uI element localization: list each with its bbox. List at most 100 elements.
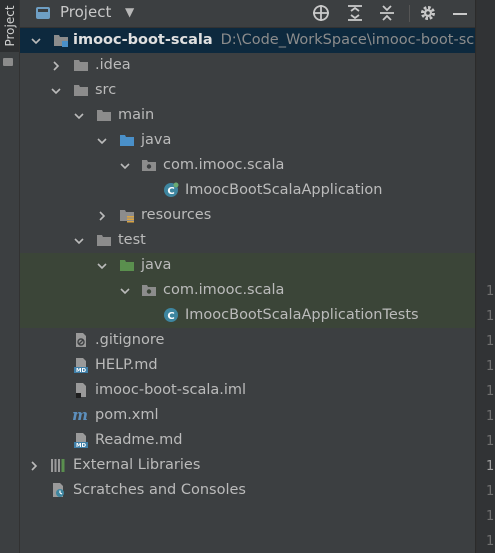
chevron-down-icon[interactable] (119, 153, 131, 178)
project-panel-header: Project ▼ (20, 0, 475, 28)
chevron-down-icon[interactable] (96, 253, 108, 278)
tree-node-idea[interactable]: .idea (20, 53, 475, 78)
package-icon (141, 282, 157, 298)
package-icon (141, 157, 157, 173)
line-number: 1 (486, 334, 495, 349)
tree-node-label: imooc-boot-scala.iml (95, 382, 247, 398)
tree-node-main-package[interactable]: com.imooc.scala (20, 153, 475, 178)
line-number: 1 (486, 459, 495, 474)
line-number: 1 (486, 359, 495, 374)
svg-text:m: m (72, 407, 88, 423)
chevron-down-icon[interactable] (50, 78, 62, 103)
editor-gutter-edge: 1 1 1 1 1 1 1 1 1 1 1 (476, 0, 495, 553)
tree-node-resources[interactable]: resources (20, 203, 475, 228)
svg-text:MD: MD (76, 443, 86, 448)
tree-node-label: java (141, 257, 172, 273)
line-number: 1 (486, 434, 495, 449)
tree-node-label: src (95, 82, 117, 98)
line-number: 1 (486, 309, 495, 324)
chevron-right-icon[interactable] (28, 453, 40, 478)
chevron-down-icon[interactable] (73, 103, 85, 128)
side-tool-strip: Project (0, 0, 20, 553)
crosshair-icon[interactable] (311, 3, 331, 23)
chevron-down-icon[interactable] (96, 128, 108, 153)
tree-node-gitignore[interactable]: .gitignore (20, 328, 475, 353)
source-folder-icon (119, 132, 135, 148)
scratches-icon (50, 482, 66, 498)
tree-node-label: ImoocBootScalaApplicationTests (185, 307, 419, 323)
chevron-right-icon[interactable] (50, 53, 62, 78)
folder-icon (73, 82, 89, 98)
line-number: 1 (486, 384, 495, 399)
svg-text:C: C (167, 186, 174, 197)
tree-node-label: resources (141, 207, 212, 223)
line-number: 1 (486, 409, 495, 424)
expand-all-icon[interactable] (345, 3, 365, 23)
tree-node-label: main (118, 107, 155, 123)
tree-node-readme[interactable]: MD Readme.md (20, 428, 475, 453)
tree-node-test-java[interactable]: java (20, 253, 475, 278)
folder-icon (96, 232, 112, 248)
tree-node-root[interactable]: imooc-boot-scala D:\Code_WorkSpace\imooc-… (20, 28, 475, 53)
project-panel: Project ▼ imooc-boot-scala D:\Code_WorkS… (20, 0, 475, 553)
tree-node-label: ImoocBootScalaApplication (185, 182, 383, 198)
root-project-name: imooc-boot-scala (73, 32, 213, 48)
root-project-path: D:\Code_WorkSpace\imooc-boot-sc (220, 32, 475, 48)
svg-text:MD: MD (76, 368, 86, 373)
tree-node-label: com.imooc.scala (163, 157, 285, 173)
tree-node-label: .gitignore (95, 332, 165, 348)
tree-node-main-class[interactable]: C ImoocBootScalaApplication (20, 178, 475, 203)
line-number: 1 (486, 509, 495, 524)
module-file-icon (73, 382, 89, 398)
test-folder-icon (119, 257, 135, 273)
tree-node-src[interactable]: src (20, 78, 475, 103)
line-number: 1 (486, 484, 495, 499)
tree-node-main[interactable]: main (20, 103, 475, 128)
chevron-right-icon[interactable] (96, 203, 108, 228)
chevron-down-icon[interactable] (73, 228, 85, 253)
tree-node-label: HELP.md (95, 357, 158, 373)
tree-node-main-java[interactable]: java (20, 128, 475, 153)
gear-icon[interactable] (418, 3, 438, 23)
resources-folder-icon (119, 207, 135, 223)
markdown-file-icon: MD (73, 432, 89, 449)
tree-node-test-package[interactable]: com.imooc.scala (20, 278, 475, 303)
project-tool-window-tab[interactable]: Project (0, 0, 19, 52)
line-number: 1 (486, 534, 495, 549)
project-tab-label: Project (3, 5, 17, 47)
chevron-down-icon[interactable]: ▼ (125, 5, 134, 19)
maven-icon: m (71, 406, 88, 424)
folder-icon[interactable] (3, 58, 13, 66)
tree-node-label: com.imooc.scala (163, 282, 285, 298)
tree-node-test-class[interactable]: C ImoocBootScalaApplicationTests (20, 303, 475, 328)
class-icon: C (163, 307, 179, 323)
tree-node-pom[interactable]: m pom.xml (20, 403, 475, 428)
spring-class-icon: C (163, 182, 179, 198)
tree-node-label: pom.xml (95, 407, 159, 423)
chevron-down-icon[interactable] (119, 278, 131, 303)
header-divider (409, 5, 410, 22)
folder-icon (96, 107, 112, 123)
ignore-file-icon (73, 332, 89, 348)
markdown-file-icon: MD (73, 357, 89, 374)
project-view-icon (36, 7, 50, 19)
tree-node-help[interactable]: MD HELP.md (20, 353, 475, 378)
tree-node-iml[interactable]: imooc-boot-scala.iml (20, 378, 475, 403)
library-icon (50, 457, 66, 473)
chevron-down-icon[interactable] (30, 28, 42, 53)
folder-icon (73, 57, 89, 73)
tree-node-test[interactable]: test (20, 228, 475, 253)
tree-node-label: .idea (95, 57, 131, 73)
project-view-title[interactable]: Project (60, 3, 111, 21)
module-folder-icon (53, 32, 69, 48)
minimize-icon[interactable] (450, 3, 470, 23)
tree-node-label: java (141, 132, 172, 148)
line-number: 1 (486, 284, 495, 299)
tree-node-external-libraries[interactable]: External Libraries (20, 453, 475, 478)
tree-node-label: Scratches and Consoles (73, 482, 246, 498)
tree-node-label: External Libraries (73, 457, 201, 473)
tree-node-label: Readme.md (95, 432, 183, 448)
tree-node-scratches[interactable]: Scratches and Consoles (20, 478, 475, 503)
tree-node-label: test (118, 232, 146, 248)
collapse-all-icon[interactable] (377, 3, 397, 23)
